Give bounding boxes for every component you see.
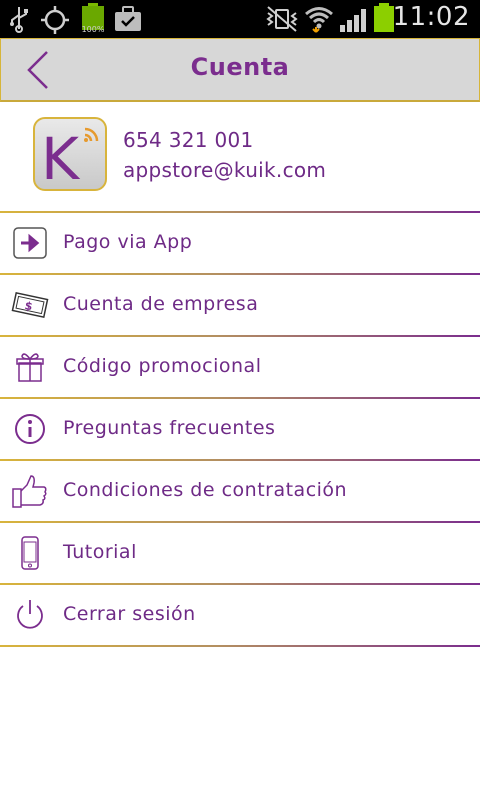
menu-item-preguntas-frecuentes[interactable]: Preguntas frecuentes — [0, 399, 480, 459]
menu-item-label: Cerrar sesión — [63, 603, 196, 625]
battery-percent-label: 100% — [81, 25, 105, 34]
app-header: Cuenta — [0, 38, 480, 102]
menu-item-codigo-promocional[interactable]: Código promocional — [0, 337, 480, 397]
menu-item-condiciones[interactable]: Condiciones de contratación — [0, 461, 480, 521]
usb-icon — [10, 7, 28, 33]
gift-icon — [16, 353, 44, 382]
menu-item-label: Tutorial — [63, 541, 137, 563]
phone-icon — [21, 536, 39, 570]
divider — [0, 645, 480, 647]
app-logo: K — [33, 117, 107, 193]
logo-letter: K — [41, 125, 81, 189]
vibrate-icon — [266, 6, 298, 32]
menu-item-tutorial[interactable]: Tutorial — [0, 523, 480, 583]
briefcase-icon — [115, 6, 141, 31]
account-email: appstore@kuik.com — [123, 158, 327, 182]
arrow-box-icon — [13, 227, 47, 259]
thumbs-up-icon — [12, 475, 47, 508]
power-icon — [17, 600, 43, 629]
status-bar: 100% 11:02 — [0, 0, 480, 38]
menu-item-label: Preguntas frecuentes — [63, 417, 276, 439]
money-icon: $ — [11, 291, 49, 319]
menu-item-label: Pago via App — [63, 231, 193, 253]
kuik-logo-icon: K — [41, 125, 99, 193]
info-icon — [15, 414, 45, 444]
account-phone: 654 321 001 — [123, 128, 254, 152]
status-time: 11:02 — [392, 2, 470, 32]
menu-item-label: Cuenta de empresa — [63, 293, 259, 315]
menu-item-pago-via-app[interactable]: Pago via App — [0, 213, 480, 273]
signal-icon — [340, 9, 366, 32]
menu-item-cerrar-sesion[interactable]: Cerrar sesión — [0, 585, 480, 645]
account-profile: K 654 321 001 appstore@kuik.com — [0, 100, 480, 212]
gps-icon — [41, 6, 69, 34]
page-title: Cuenta — [190, 53, 290, 81]
menu-item-label: Condiciones de contratación — [63, 479, 348, 501]
wifi-icon — [305, 7, 333, 33]
battery-icon — [374, 3, 394, 33]
battery-icon: 100% — [82, 3, 104, 34]
menu-item-label: Código promocional — [63, 355, 262, 377]
menu-item-cuenta-empresa[interactable]: $ Cuenta de empresa — [0, 275, 480, 335]
